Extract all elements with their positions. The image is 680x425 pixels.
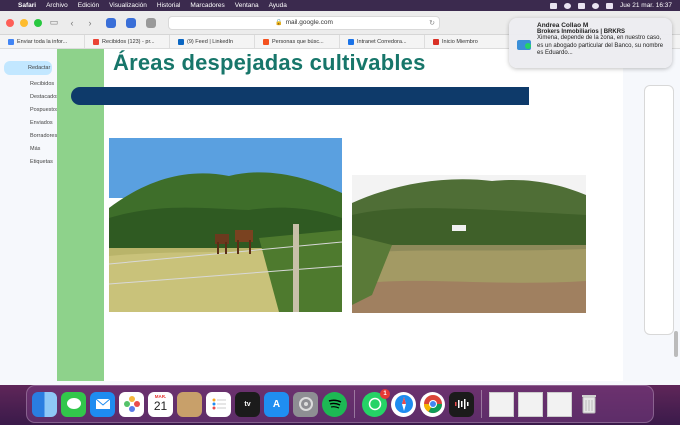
recent-window-thumbnail[interactable] [547, 391, 572, 417]
menu-app-name[interactable]: Safari [18, 2, 36, 9]
side-panel-card [644, 85, 674, 335]
menu-ayuda[interactable]: Ayuda [269, 2, 287, 9]
gmail-side-panel [622, 49, 680, 385]
recent-window-thumbnail[interactable] [489, 391, 514, 417]
notification-message: Ximena, depende de la zona, en nuestro c… [537, 35, 664, 56]
battery-icon[interactable] [577, 2, 585, 9]
bookmark-item[interactable]: Personas que búsc... [255, 35, 340, 48]
calendar-icon[interactable]: MAR. 21 [148, 391, 173, 417]
whatsapp-icon[interactable]: 1 [362, 388, 390, 417]
back-icon[interactable]: ‹ [66, 18, 78, 28]
messages-icon[interactable] [61, 391, 86, 417]
control-center-icon[interactable] [605, 2, 613, 9]
dock-separator [354, 390, 355, 418]
settings-icon[interactable] [293, 391, 318, 417]
notification-sender: Andrea Collao M [537, 22, 589, 29]
gmail-sidebar: Redactar Recibidos Destacados Pospuestos… [0, 49, 59, 385]
wifi-icon[interactable] [563, 2, 571, 9]
safari-icon[interactable] [391, 391, 416, 417]
sidebar-item-sent[interactable]: Enviados [0, 120, 56, 133]
linkedin-favicon-icon [178, 38, 184, 45]
mail-notification[interactable]: Andrea Collao M Brokers Inmobiliarios | … [509, 18, 672, 68]
bookmark-item[interactable]: Intranet Corredora... [340, 35, 425, 48]
bookmark-item[interactable]: (9) Feed | LinkedIn [170, 35, 255, 48]
spotlight-icon[interactable] [591, 2, 599, 9]
chrome-icon[interactable] [420, 391, 445, 417]
intranet-favicon-icon [348, 38, 354, 45]
bookmark-item[interactable]: Recibidos (123) - pr... [85, 35, 170, 48]
menu-ventana[interactable]: Ventana [235, 2, 259, 9]
dock: MAR. 21 tv A 1 [26, 385, 654, 423]
contacts-icon[interactable] [177, 391, 202, 417]
close-window-button[interactable] [6, 18, 14, 27]
status-area: Jue 21 mar. 16:37 [549, 2, 672, 9]
forward-icon[interactable]: › [84, 18, 96, 28]
clock[interactable]: Jue 21 mar. 16:37 [620, 2, 672, 9]
spotify-icon[interactable] [322, 391, 347, 417]
recent-window-thumbnail[interactable] [518, 391, 543, 417]
menu-marcadores[interactable]: Marcadores [190, 2, 224, 9]
gmail-favicon-icon [93, 38, 99, 45]
extension-bitwarden-icon[interactable] [126, 17, 136, 28]
menu-visualizacion[interactable]: Visualización [109, 2, 147, 9]
voicememos-icon[interactable] [449, 391, 474, 417]
slide-preview: Áreas despejadas cultivables [57, 49, 623, 381]
calendar-day: 21 [153, 398, 168, 413]
scrollbar[interactable] [674, 331, 678, 357]
sidebar-item-starred[interactable]: Destacados [0, 94, 59, 107]
menu-historial[interactable]: Historial [157, 2, 180, 9]
notification-app-icon [517, 38, 531, 50]
photos-icon[interactable] [119, 391, 144, 417]
sidebar-toggle-icon[interactable]: ▭ [48, 17, 60, 28]
google-favicon-icon [8, 38, 14, 45]
member-favicon-icon [433, 38, 439, 45]
address-bar[interactable]: 🔒 mail.google.com ↻ [168, 15, 440, 30]
extension-shield-icon[interactable] [106, 17, 116, 28]
whatsapp-badge: 1 [380, 388, 390, 399]
compose-button[interactable]: Redactar [4, 61, 52, 75]
sidebar-item-labels[interactable]: Etiquetas [0, 159, 56, 172]
photo-horses-field [109, 138, 342, 312]
trash-icon[interactable] [576, 392, 601, 417]
minimize-window-button[interactable] [20, 18, 28, 27]
bookmark-item[interactable]: Inicio Miembro [425, 35, 510, 48]
appletv-icon[interactable]: tv [235, 391, 260, 417]
slide-title: Áreas despejadas cultivables [113, 50, 426, 75]
sidebar-item-snoozed[interactable]: Pospuestos [0, 107, 59, 120]
dock-separator [481, 390, 482, 418]
zoom-window-button[interactable] [34, 18, 42, 27]
menu-edicion[interactable]: Edición [78, 2, 99, 9]
photo-cleared-land [352, 175, 586, 313]
site-favicon-icon [263, 38, 269, 45]
finder-icon[interactable] [32, 391, 57, 417]
reload-icon[interactable]: ↻ [429, 19, 435, 27]
slide-title-rule [71, 87, 529, 105]
menu-archivo[interactable]: Archivo [46, 2, 68, 9]
bookmark-item[interactable]: Enviar toda la infor... [0, 35, 85, 48]
privacy-report-icon[interactable] [146, 17, 156, 28]
lock-icon: 🔒 [275, 20, 283, 26]
url-text: mail.google.com [285, 19, 333, 26]
sidebar-item-drafts[interactable]: Borradores [0, 133, 57, 146]
menu-bar: Safari Archivo Edición Visualización His… [0, 0, 680, 11]
sidebar-item-inbox[interactable]: Recibidos [0, 81, 56, 94]
bluetooth-icon[interactable] [549, 2, 557, 9]
appstore-icon[interactable]: A [264, 391, 289, 417]
mail-icon[interactable] [90, 391, 115, 417]
sidebar-item-more[interactable]: Más [0, 146, 56, 159]
reminders-icon[interactable] [206, 391, 231, 417]
